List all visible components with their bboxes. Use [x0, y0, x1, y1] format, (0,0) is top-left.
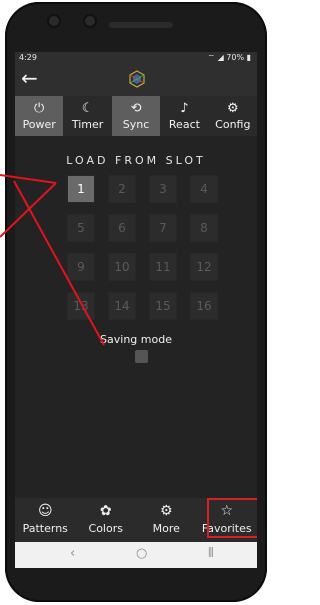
annotation-line [0, 182, 57, 238]
annotation-cross-mark [0, 174, 105, 346]
annotation-line [13, 180, 105, 346]
annotation-line [0, 174, 57, 184]
